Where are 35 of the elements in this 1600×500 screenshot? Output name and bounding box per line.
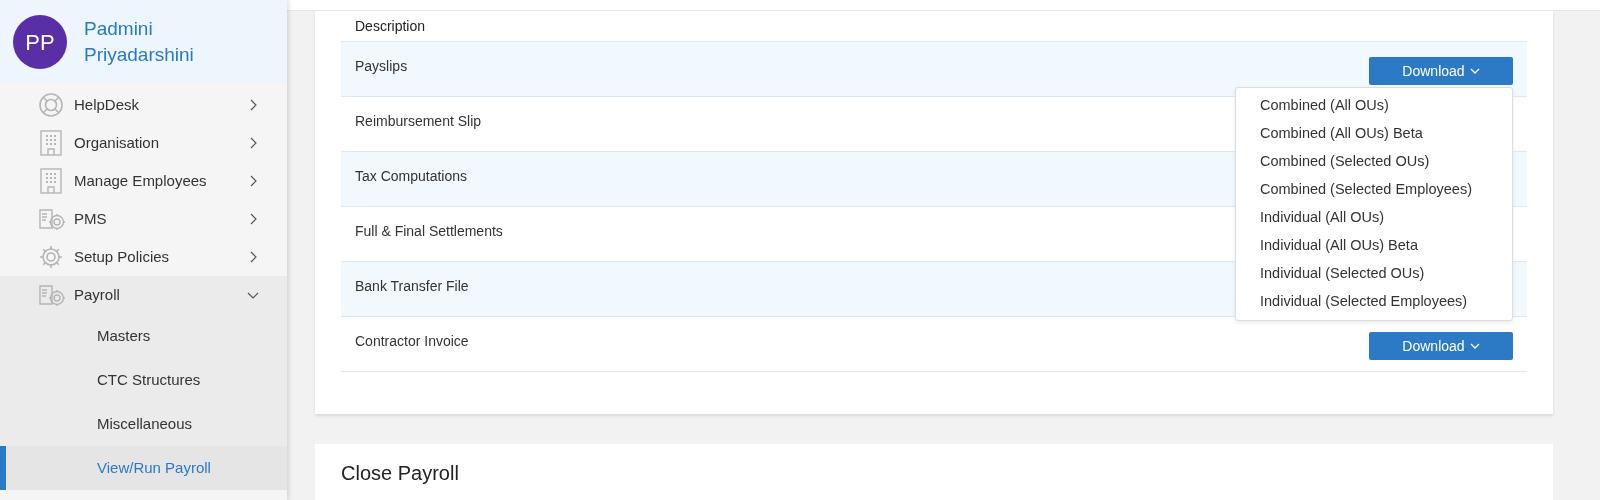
user-name: Padmini Priyadarshini [84, 17, 195, 67]
menu-item[interactable]: Combined (Selected OUs) [1236, 148, 1512, 176]
download-button[interactable]: Download [1369, 332, 1513, 360]
avatar: PP [13, 15, 67, 69]
sidebar-subitem[interactable]: View/Run Payroll [0, 446, 287, 490]
sidebar-item[interactable]: PMS [0, 200, 287, 238]
sidebar-item[interactable]: Setup Policies [0, 238, 287, 276]
caret-icon [1469, 342, 1480, 350]
menu-item[interactable]: Combined (Selected Employees) [1236, 176, 1512, 204]
table-cell-text: Bank Transfer File [355, 277, 470, 296]
menu-item[interactable]: Individual (All OUs) Beta [1236, 232, 1512, 260]
lifebuoy-icon [38, 92, 66, 118]
menu-item[interactable]: Combined (All OUs) Beta [1236, 120, 1512, 148]
sidebar-subitem[interactable]: Miscellaneous [0, 402, 287, 446]
table-cell-text: Payslips [355, 57, 409, 76]
sidebar-item[interactable]: Organisation [0, 124, 287, 162]
download-button[interactable]: Download [1369, 57, 1513, 85]
document-gear-icon [38, 282, 66, 308]
menu-item[interactable]: Individual (All OUs) [1236, 204, 1512, 232]
table-cell-text: Contractor Invoice [355, 332, 470, 351]
document-gear-icon [38, 206, 66, 232]
menu-item[interactable]: Combined (All OUs) [1236, 92, 1512, 120]
sidebar-item[interactable]: HelpDesk [0, 86, 287, 124]
caret-icon [1469, 67, 1480, 75]
sidebar-item[interactable]: Payroll [0, 276, 287, 314]
table-cell-text: Full & Final Settlements [355, 222, 504, 241]
sidebar-subitem[interactable]: Masters [0, 314, 287, 358]
table-cell-text: Tax Computations [355, 167, 469, 186]
sidebar-item[interactable]: Manage Employees [0, 162, 287, 200]
sidebar-subitem[interactable]: CTC Structures [0, 358, 287, 402]
menu-item[interactable]: Individual (Selected OUs) [1236, 260, 1512, 288]
column-header: Description [355, 16, 426, 36]
section-title: Close Payroll [341, 461, 460, 486]
menu-item[interactable]: Individual (Selected Employees) [1236, 288, 1512, 316]
table-cell-text: Reimbursement Slip [355, 112, 483, 131]
